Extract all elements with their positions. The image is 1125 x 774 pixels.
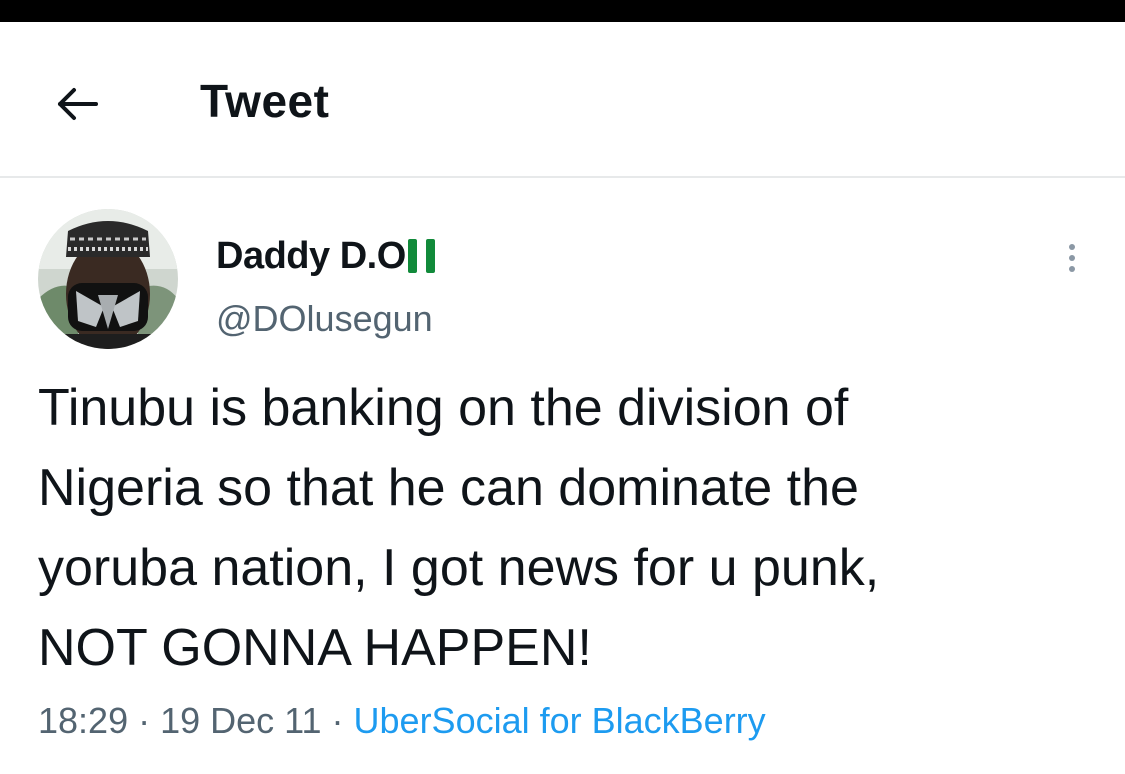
nigeria-flag-icon bbox=[407, 239, 435, 273]
back-button[interactable] bbox=[50, 80, 106, 128]
more-vertical-icon bbox=[1069, 244, 1075, 250]
meta-separator: · bbox=[128, 700, 161, 741]
display-name: Daddy D.O bbox=[216, 234, 406, 277]
author-handle[interactable]: @DOlusegun bbox=[216, 298, 433, 340]
page-header: Tweet bbox=[0, 22, 1125, 178]
tweet-source-link[interactable]: UberSocial for BlackBerry bbox=[354, 700, 766, 741]
tweet-time[interactable]: 18:29 bbox=[38, 700, 128, 741]
status-bar bbox=[0, 0, 1125, 22]
tweet-text: Tinubu is banking on the division of Nig… bbox=[38, 379, 880, 677]
meta-separator: · bbox=[321, 700, 354, 741]
avatar-photo bbox=[38, 209, 178, 349]
more-options-button[interactable] bbox=[1052, 236, 1092, 280]
tweet-meta: 18:29 · 19 Dec 11 · UberSocial for Black… bbox=[38, 700, 766, 742]
avatar[interactable] bbox=[38, 209, 178, 349]
arrow-left-icon bbox=[58, 88, 98, 120]
tweet-date[interactable]: 19 Dec 11 bbox=[160, 700, 321, 741]
page-title: Tweet bbox=[200, 75, 330, 127]
author-name-row[interactable]: Daddy D.O bbox=[216, 232, 435, 280]
